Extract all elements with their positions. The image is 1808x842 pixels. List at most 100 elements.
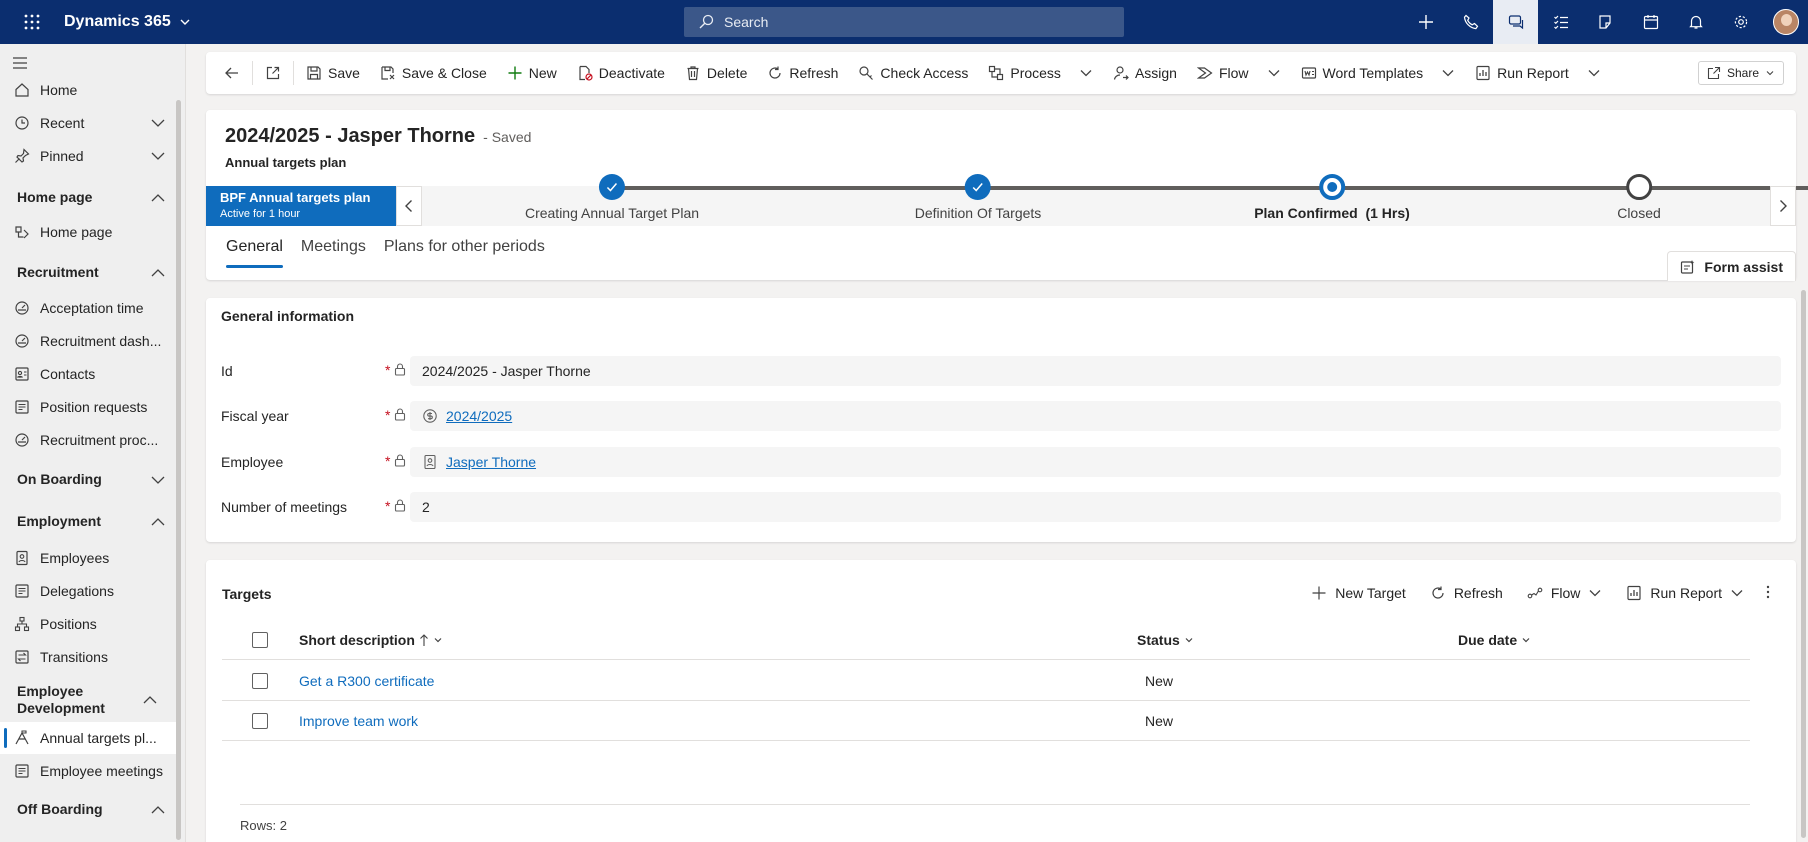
row-checkbox[interactable] <box>252 673 268 689</box>
hamburger-menu-icon[interactable] <box>12 56 28 70</box>
chevron-down-icon[interactable] <box>150 116 166 130</box>
sidebar-item-position-requests[interactable]: Position requests <box>0 391 176 423</box>
sidebar-item-contacts[interactable]: Contacts <box>0 358 176 390</box>
column-header-due-date[interactable]: Due date <box>1458 632 1531 648</box>
assign-button[interactable]: Assign <box>1103 57 1187 89</box>
sidebar-item-acceptation-time[interactable]: Acceptation time <box>0 292 176 324</box>
calendar-icon[interactable] <box>1628 0 1673 44</box>
sidebar-item-transitions[interactable]: Transitions <box>0 641 176 673</box>
table-row[interactable]: Get a R300 certificate New <box>222 661 1750 701</box>
sidebar-item-recent[interactable]: Recent <box>0 107 176 139</box>
sidebar-item-recruitment-process[interactable]: Recruitment proc... <box>0 424 176 456</box>
sidebar-item-pinned[interactable]: Pinned <box>0 140 176 172</box>
subgrid-flow-button[interactable]: Flow <box>1515 577 1615 609</box>
main-scrollbar[interactable] <box>1801 290 1806 838</box>
fiscal-year-lookup: 2024/2025 <box>410 401 1781 431</box>
bpf-stage-plan-confirmed[interactable]: Plan Confirmed (1 Hrs) <box>1254 174 1410 221</box>
tab-plans-other-periods[interactable]: Plans for other periods <box>384 238 545 268</box>
column-header-short-description[interactable]: Short description <box>299 632 443 648</box>
bpf-stage-closed[interactable]: Closed <box>1617 174 1661 221</box>
share-button[interactable]: Share <box>1697 61 1784 85</box>
tasks-icon[interactable] <box>1538 0 1583 44</box>
more-commands-icon[interactable] <box>1766 585 1770 599</box>
sidebar-item-employee-meetings[interactable]: Employee meetings <box>0 755 176 787</box>
process-button[interactable]: Process <box>978 57 1103 89</box>
check-access-button[interactable]: Check Access <box>848 57 978 89</box>
save-close-button[interactable]: Save & Close <box>370 57 497 89</box>
sidebar-group-on-boarding[interactable]: On Boarding <box>0 467 176 491</box>
lock-icon <box>394 363 406 376</box>
id-input[interactable]: 2024/2025 - Jasper Thorne <box>410 356 1781 386</box>
sidebar-scrollbar[interactable] <box>176 100 181 840</box>
table-row[interactable]: Improve team work New <box>222 701 1750 741</box>
user-avatar[interactable] <box>1763 0 1808 44</box>
sidebar-item-employees[interactable]: Employees <box>0 542 176 574</box>
refresh-icon <box>769 66 781 79</box>
settings-icon[interactable] <box>1718 0 1763 44</box>
note-icon[interactable] <box>1583 0 1628 44</box>
chevron-up-icon[interactable] <box>142 693 158 707</box>
refresh-button[interactable]: Refresh <box>757 57 848 89</box>
delete-button[interactable]: Delete <box>675 57 757 89</box>
bpf-flag[interactable]: BPF Annual targets plan Active for 1 hou… <box>206 186 396 226</box>
app-launcher-icon[interactable] <box>0 0 64 44</box>
arrow-left-icon <box>225 67 238 79</box>
sidebar-group-home-page[interactable]: Home page <box>0 185 176 209</box>
new-button[interactable]: New <box>497 57 567 89</box>
entity-name: Annual targets plan <box>225 155 347 170</box>
run-report-button[interactable]: Run Report <box>1465 57 1611 89</box>
divider <box>252 61 253 85</box>
subgrid-refresh-button[interactable]: Refresh <box>1418 577 1515 609</box>
sidebar-item-positions[interactable]: Positions <box>0 608 176 640</box>
report-icon <box>1627 585 1642 601</box>
row-short-description-link[interactable]: Get a R300 certificate <box>299 673 434 689</box>
save-button[interactable]: Save <box>296 57 370 89</box>
bell-icon[interactable] <box>1673 0 1718 44</box>
sidebar-item-annual-targets-plan[interactable]: Annual targets pl... <box>0 722 176 754</box>
chat-icon[interactable] <box>1493 0 1538 44</box>
bpf-stage-label: Closed <box>1617 205 1661 221</box>
deactivate-icon <box>579 65 593 81</box>
field-value: 2024/2025 - Jasper Thorne <box>422 363 591 379</box>
sidebar-group-off-boarding[interactable]: Off Boarding <box>0 797 176 821</box>
phone-icon[interactable] <box>1448 0 1493 44</box>
column-header-status[interactable]: Status <box>1137 632 1194 648</box>
deactivate-button[interactable]: Deactivate <box>567 57 675 89</box>
app-title-button[interactable]: Dynamics 365 <box>64 13 191 31</box>
bpf-stage-definition[interactable]: Definition Of Targets <box>915 174 1041 221</box>
tab-general[interactable]: General <box>226 238 283 268</box>
tab-meetings[interactable]: Meetings <box>301 238 366 268</box>
word-templates-button[interactable]: Word Templates <box>1291 57 1466 89</box>
back-button[interactable] <box>214 57 250 89</box>
sidebar-group-employee-development[interactable]: Employee Development <box>0 680 140 720</box>
page-title: 2024/2025 - Jasper Thorne <box>225 125 476 147</box>
select-all-checkbox[interactable] <box>252 632 268 648</box>
number-of-meetings-input[interactable]: 2 <box>410 492 1781 522</box>
sidebar-item-home[interactable]: Home <box>0 74 176 106</box>
search-input[interactable]: Search <box>684 7 1124 37</box>
employee-icon <box>424 454 436 470</box>
add-icon[interactable] <box>1403 0 1448 44</box>
row-checkbox[interactable] <box>252 713 268 729</box>
bpf-stage-creating[interactable]: Creating Annual Target Plan <box>525 174 699 221</box>
sidebar-item-delegations[interactable]: Delegations <box>0 575 176 607</box>
form-assist-button[interactable]: Form assist <box>1667 251 1796 281</box>
sidebar-item-home-page[interactable]: Home page <box>0 216 176 248</box>
flow-label: Flow <box>1218 65 1249 81</box>
sidebar-item-label: Employees <box>40 550 110 566</box>
flow-button[interactable]: Flow <box>1187 57 1291 89</box>
bpf-prev-button[interactable] <box>396 186 422 226</box>
new-target-button[interactable]: New Target <box>1299 577 1418 609</box>
sidebar-item-recruitment-dashboard[interactable]: Recruitment dash... <box>0 325 176 357</box>
sidebar-group-recruitment[interactable]: Recruitment <box>0 260 176 284</box>
employee-link[interactable]: Jasper Thorne <box>446 454 536 470</box>
sidebar-group-employment[interactable]: Employment <box>0 509 176 533</box>
bpf-next-button[interactable] <box>1770 186 1796 226</box>
subgrid-run-report-button[interactable]: Run Report <box>1614 577 1756 609</box>
command-bar: Save Save & Close New Deactivate Delete … <box>206 52 1796 94</box>
row-short-description-link[interactable]: Improve team work <box>299 713 418 729</box>
open-new-window-button[interactable] <box>255 57 291 89</box>
chevron-down-icon[interactable] <box>150 149 166 163</box>
fiscal-year-link[interactable]: 2024/2025 <box>446 408 512 424</box>
home-icon <box>15 83 29 97</box>
